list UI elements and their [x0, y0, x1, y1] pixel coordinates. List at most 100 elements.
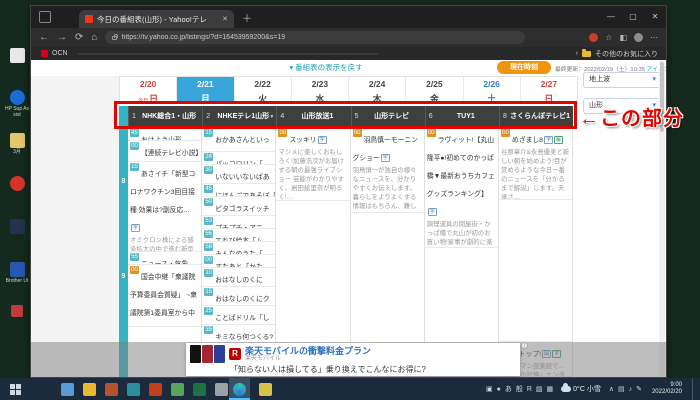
program-cell[interactable]: 15おかあさんといっしょ 月曜日字: [202, 128, 275, 152]
program-cell[interactable]: 24パッコロリン「…: [202, 152, 275, 165]
ime-tool-icon[interactable]: ▨: [536, 385, 543, 393]
tab-actions-icon[interactable]: [39, 11, 51, 23]
browser-tab[interactable]: 今日の番組表(山形) - Yahoo!テレ ✕: [79, 10, 234, 28]
edge-taskbar-button[interactable]: [229, 378, 250, 400]
powerpoint-icon[interactable]: [149, 383, 162, 396]
program-cell[interactable]: 10おはなしのくに「星の王…: [202, 268, 275, 287]
ime-hiragana-indicator[interactable]: あ: [505, 384, 512, 394]
ad-body-text[interactable]: 「知らない人は損してる」乗り換えでこんなにお得に?: [230, 364, 516, 375]
desktop-icon-photo[interactable]: [4, 219, 30, 235]
date-tab-0221-selected[interactable]: 2/21月: [176, 77, 233, 103]
program-cell[interactable]: 53プチプチ・アニ…: [202, 216, 275, 229]
program-cell[interactable]: 58みんなのうた「…: [202, 242, 275, 255]
program-cell[interactable]: 55ニュース・気象…: [128, 252, 201, 265]
home-icon[interactable]: ⌂: [91, 32, 97, 43]
back-icon[interactable]: ←: [39, 32, 49, 43]
minimize-button[interactable]: —: [600, 6, 622, 28]
desktop-icon-app[interactable]: [4, 305, 30, 318]
window-controls: — ▢ ✕: [600, 6, 666, 28]
date-tab-0224[interactable]: 2/24木: [348, 77, 405, 103]
show-desktop-button[interactable]: [692, 378, 696, 400]
taskbar-app-icon[interactable]: [105, 383, 118, 396]
refresh-icon[interactable]: ⟳: [75, 32, 83, 43]
start-button[interactable]: [10, 384, 21, 395]
ime-pad-icon[interactable]: ▦: [547, 385, 554, 393]
new-tab-button[interactable]: ＋: [242, 10, 252, 25]
channel-tuy[interactable]: 6TUY1: [425, 106, 499, 128]
favorite-item[interactable]: OCN: [52, 50, 68, 57]
taskbar-app-icon[interactable]: [259, 383, 272, 396]
date-tab-0226[interactable]: 2/26土: [463, 77, 520, 103]
program-cell[interactable]: 00めざまし8字解 谷原章介&永島優美と新しい朝を始めよう!目が覚めるような今日…: [499, 128, 572, 200]
forward-icon[interactable]: →: [57, 32, 67, 43]
chevron-right-icon[interactable]: ›: [576, 50, 578, 57]
program-cell[interactable]: 25ことばドリル「しらない…: [202, 306, 275, 325]
date-tab-0222[interactable]: 2/22火: [234, 77, 291, 103]
channel-sakuranbo-tv[interactable]: 8さくらんぼテレビ1: [499, 106, 573, 128]
taskbar-app-icon[interactable]: [127, 383, 140, 396]
start-minute-badge: 25: [204, 307, 213, 315]
program-cell[interactable]: 00【連続テレビ小説】カム…: [128, 141, 201, 162]
program-cell[interactable]: 45おはよう山形: [128, 128, 201, 141]
ime-roman-indicator[interactable]: R: [527, 386, 532, 393]
program-cell[interactable]: 15おはなしのくにクラシッ…: [202, 287, 275, 306]
extensions-icon[interactable]: ◧: [619, 33, 627, 42]
program-cell[interactable]: 00国会中継「衆議院予算委員会質疑」 ~衆議院第1委員室から中継~ +見たい!: [128, 265, 201, 327]
taskbar-app-icon[interactable]: [215, 383, 228, 396]
tray-dot-icon[interactable]: ●: [497, 386, 501, 393]
ad-banner[interactable]: i R 楽天モバイルの衝撃料金プラン 楽天モバイル 「知らない: [186, 343, 520, 376]
taskbar-app-icon[interactable]: [171, 383, 184, 396]
program-cell[interactable]: 00ラヴィット!【丸山隆平●!初めてのかっぱ橋▼最新おうちカフェグッズランキング…: [425, 128, 498, 248]
network-icon[interactable]: ▤: [618, 385, 625, 393]
favorites-bar: OCN › その他のお気に入り: [31, 47, 666, 60]
weather-widget[interactable]: 0°C 小雪: [561, 384, 601, 394]
taskbar-app-icon[interactable]: [61, 383, 74, 396]
program-cell[interactable]: 00スッキリ字 マジメに楽しくおもしろく!加藤浩次がお届けする朝の最強ライブショ…: [276, 128, 349, 201]
desktop-icon-notes[interactable]: 3月: [4, 133, 30, 155]
desktop-icon-brother-utility[interactable]: Brother Ut: [4, 262, 30, 284]
date-tab-0227[interactable]: 2/27日: [520, 77, 577, 103]
channel-nhk-etele[interactable]: 2NHKEテレ1山形▼: [202, 106, 276, 128]
tab-close-icon[interactable]: ✕: [222, 15, 228, 23]
favorite-star-icon[interactable]: ☆: [605, 33, 612, 42]
pen-icon[interactable]: ✎: [636, 385, 642, 393]
program-cell[interactable]: 50ピタゴラスイッチ「き…: [202, 197, 275, 216]
current-time-button[interactable]: 現在時刻: [497, 61, 551, 74]
adblock-icon[interactable]: [589, 33, 598, 42]
close-button[interactable]: ✕: [644, 6, 666, 28]
network-select[interactable]: 地上波▾: [583, 72, 661, 88]
profile-avatar[interactable]: [634, 33, 643, 42]
desktop-icon-hp-support[interactable]: HP Sup Assist: [4, 90, 30, 118]
program-cell[interactable]: 15あさイチ「新型コロナワクチン3回目接種 効果は?副反応…字 オミクロン株によ…: [128, 162, 201, 252]
program-cell[interactable]: 56てれび絵本「ム…: [202, 229, 275, 242]
more-menu-icon[interactable]: ⋯: [650, 33, 658, 42]
taskbar-clock[interactable]: 9:00 2022/02/20: [652, 382, 682, 396]
date-tab-0223[interactable]: 2/23水: [291, 77, 348, 103]
program-cell[interactable]: 45にほんごであそぼ「福」: [202, 184, 275, 197]
start-minute-badge: 00: [130, 142, 139, 150]
ad-info-icon[interactable]: i: [521, 342, 528, 349]
program-cell[interactable]: 00羽鳥慎一モーニングショー字 羽鳥慎一が独自の様々なニュースを、分かりやすくお…: [351, 128, 424, 213]
channel-yamagata-hoso[interactable]: 4山形放送1: [276, 106, 350, 128]
tray-window-icon[interactable]: ▣: [486, 385, 493, 393]
desktop-icon-antivirus[interactable]: [4, 176, 30, 192]
date-tab-0220[interactable]: 2/20今日日: [120, 77, 176, 103]
date-tab-0225[interactable]: 2/25金: [405, 77, 462, 103]
channel-yamagata-tv[interactable]: 5山形テレビ: [351, 106, 425, 128]
maximize-button[interactable]: ▢: [622, 6, 644, 28]
excel-icon[interactable]: [193, 383, 206, 396]
other-favorites-label[interactable]: その他のお気に入り: [595, 49, 658, 59]
browser-window: 今日の番組表(山形) - Yahoo!テレ ✕ ＋ — ▢ ✕ ← → ⟳ ⌂ …: [30, 5, 667, 378]
ime-conversion-indicator[interactable]: 般: [516, 384, 523, 394]
start-minute-badge: 45: [204, 185, 213, 193]
restore-display-link[interactable]: ▾ 番組表の表示を戻す: [221, 62, 431, 73]
program-cell[interactable]: 00すたあと「かた…: [202, 255, 275, 268]
program-cell[interactable]: 30いないいないばあっ!…: [202, 165, 275, 184]
desktop-icon-document[interactable]: [4, 48, 30, 64]
tray-expand-icon[interactable]: ∧: [609, 385, 614, 393]
volume-icon[interactable]: ♪: [629, 386, 633, 393]
ad-headline[interactable]: 楽天モバイルの衝撃料金プラン: [245, 346, 371, 356]
address-bar[interactable]: https://tv.yahoo.co.jp/listings/?d=16453…: [105, 31, 525, 44]
channel-nhk-sogo[interactable]: 1NHK総合1・山形: [128, 106, 202, 128]
file-explorer-icon[interactable]: [83, 383, 96, 396]
